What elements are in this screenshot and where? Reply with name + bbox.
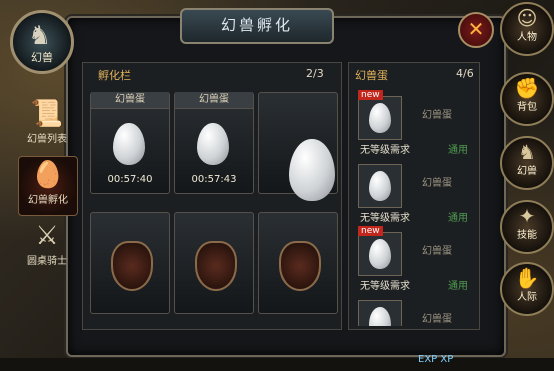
close-icon: ✕ [467,17,485,41]
slot-label: 幻兽蛋 [91,92,169,109]
emblem-label: 幻兽 [31,51,53,64]
egg-icon [113,123,145,165]
tab-label: 幻兽孵化 [28,195,68,206]
exp-label: EXP XP [418,354,454,365]
lock-shield-icon [279,241,321,291]
window-title: 幻兽孵化 [180,8,334,44]
item-requirement: 无等级需求 [360,281,410,292]
egg-icon [369,239,391,269]
item-name: 幻兽蛋 [422,178,452,189]
scroll-icon: 📜 [30,99,64,129]
hatch-timer: 00:57:43 [191,174,237,185]
hatch-slot-locked[interactable] [174,212,254,314]
list-item[interactable]: 幻兽蛋 无等级需求 通用 [356,162,474,226]
item-slot [358,232,402,276]
item-type: 通用 [448,281,468,292]
egg-icon [289,139,335,201]
item-name: 幻兽蛋 [422,314,452,325]
list-item[interactable]: 幻兽蛋 [356,298,474,326]
new-badge: new [358,90,383,100]
egg-icon [197,123,229,165]
lock-shield-icon [195,241,237,291]
tab-round-table[interactable]: ⚔ 圆桌骑士 [18,218,76,276]
new-badge: new [358,226,383,236]
horse-icon: ♞ [28,21,52,51]
close-button[interactable]: ✕ [458,12,494,48]
nav-skills[interactable]: ✦ 技能 [500,200,554,254]
item-name: 幻兽蛋 [422,110,452,121]
item-slot [358,96,402,140]
nav-label: 人际 [517,292,537,303]
hatch-title: 孵化栏 [98,69,131,82]
nav-character[interactable]: ☺ 人物 [500,2,554,56]
nav-label: 幻兽 [517,166,537,177]
nav-label: 技能 [517,230,537,241]
item-requirement: 无等级需求 [360,213,410,224]
list-item[interactable]: new 幻兽蛋 无等级需求 通用 [356,226,474,294]
crossed-swords-icon: ⚔ [35,221,59,251]
hatch-slot-empty[interactable] [258,92,338,201]
pet-emblem: ♞ 幻兽 [10,10,74,74]
item-type: 通用 [448,213,468,224]
dragon-egg-icon: 🥚 [31,160,65,190]
nav-label: 人物 [517,32,537,43]
nav-social[interactable]: ✋ 人际 [500,262,554,316]
hatch-count: 2/3 [306,67,324,80]
item-requirement: 无等级需求 [360,145,410,156]
hatch-slot-locked[interactable] [90,212,170,314]
nav-bag[interactable]: ✊ 背包 [500,72,554,126]
nav-pet[interactable]: ♞ 幻兽 [500,136,554,190]
hatch-slot-locked[interactable] [258,212,338,314]
egg-list-count: 4/6 [456,67,474,80]
item-slot [358,300,402,326]
hatch-slot[interactable]: 幻兽蛋 00:57:40 [90,92,170,194]
item-type: 通用 [448,145,468,156]
hatch-timer: 00:57:40 [107,174,153,185]
item-slot [358,164,402,208]
egg-icon [369,171,391,201]
hatch-slot[interactable]: 幻兽蛋 00:57:43 [174,92,254,194]
egg-icon [369,307,391,326]
tab-label: 圆桌骑士 [27,256,67,267]
tab-pet-list[interactable]: 📜 幻兽列表 [18,96,76,154]
tab-label: 幻兽列表 [27,134,67,145]
egg-icon [369,103,391,133]
bottom-bar [0,358,554,371]
slot-label: 幻兽蛋 [175,92,253,109]
nav-label: 背包 [517,102,537,113]
tab-pet-hatch[interactable]: 🥚 幻兽孵化 [18,156,78,216]
egg-list-title: 幻兽蛋 [355,69,388,82]
lock-shield-icon [111,241,153,291]
item-name: 幻兽蛋 [422,246,452,257]
list-item[interactable]: new 幻兽蛋 无等级需求 通用 [356,90,474,158]
